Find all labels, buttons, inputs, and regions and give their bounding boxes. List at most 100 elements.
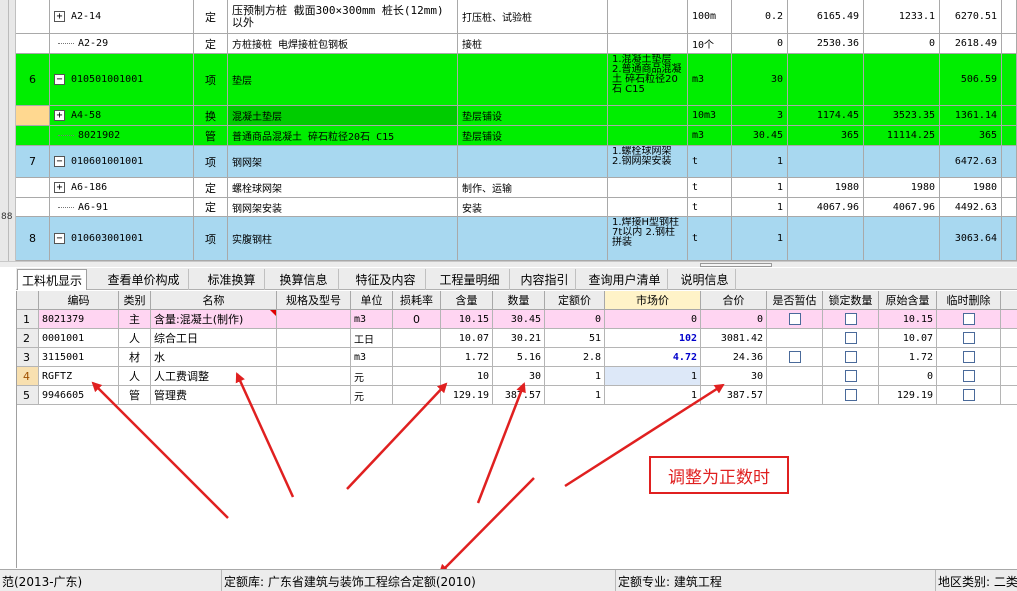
item-price1-cell[interactable]: 1174.45 <box>788 106 864 126</box>
col-orig-cell[interactable]: 129.19 <box>879 386 937 405</box>
col-qty-cell[interactable]: 5.16 <box>493 348 545 367</box>
item-index-cell[interactable] <box>16 106 50 126</box>
item-row[interactable]: 6−010501001001 项垫层 1.混凝土垫层 2.普通商品混凝土 碎石粒径2… <box>16 54 1017 106</box>
item-qty-cell[interactable]: 0.2 <box>732 0 788 34</box>
item-name-cell[interactable]: 钢网架安装 <box>228 198 458 217</box>
item-total-cell[interactable]: 365 <box>940 126 1002 146</box>
left-panel-edge[interactable]: 88 <box>0 0 16 261</box>
item-index-cell[interactable]: 6 <box>16 54 50 106</box>
col-total-cell[interactable]: 24.36 <box>701 348 767 367</box>
item-total-cell[interactable]: 2618.49 <box>940 34 1002 54</box>
lock-checkbox[interactable] <box>844 370 857 382</box>
del-checkbox[interactable] <box>962 370 975 382</box>
item-unit-cell[interactable]: t <box>688 198 732 217</box>
item-unit-cell[interactable]: 100m <box>688 0 732 34</box>
col-header-spec[interactable]: 规格及型号 <box>277 291 351 310</box>
del-checkbox[interactable] <box>962 313 975 325</box>
splitter-grip[interactable] <box>700 263 772 267</box>
col-lock-cell[interactable] <box>823 329 879 348</box>
col-del-cell[interactable] <box>937 329 1001 348</box>
col-code-cell[interactable]: RGFTZ <box>39 367 119 386</box>
est-checkbox[interactable] <box>788 313 801 325</box>
col-est-cell[interactable] <box>767 348 823 367</box>
col-quota-cell[interactable]: 2.8 <box>545 348 605 367</box>
col-market-cell[interactable]: 1 <box>605 386 701 405</box>
col-del-cell[interactable] <box>937 348 1001 367</box>
col-code-cell[interactable]: 0001001 <box>39 329 119 348</box>
item-type-cell[interactable]: 定 <box>194 34 228 54</box>
item-qty-cell[interactable]: 30.45 <box>732 126 788 146</box>
col-qty-cell[interactable]: 30.21 <box>493 329 545 348</box>
col-total-cell[interactable]: 387.57 <box>701 386 767 405</box>
item-total-cell[interactable]: 6472.63 <box>940 146 1002 178</box>
item-feature-cell[interactable] <box>608 198 688 217</box>
col-header-quota[interactable]: 定额价 <box>545 291 605 310</box>
col-market-cell[interactable]: 4.72 <box>605 348 701 367</box>
item-unit-cell[interactable]: 10m3 <box>688 106 732 126</box>
item-name-cell[interactable]: 实腹钢柱 <box>228 217 458 261</box>
col-total-cell[interactable]: 30 <box>701 367 767 386</box>
col-header-unit[interactable]: 单位 <box>351 291 393 310</box>
item-row[interactable]: 8−010603001001 项实腹钢柱 1.焊接H型钢柱 7t以内 2.钢柱拼装 t… <box>16 217 1017 261</box>
item-qty-cell[interactable]: 0 <box>732 34 788 54</box>
del-checkbox[interactable] <box>962 389 975 401</box>
col-name-cell[interactable]: 含量:混凝土(制作) <box>151 310 277 329</box>
col-cat-cell[interactable]: 人 <box>119 329 151 348</box>
col-loss-cell[interactable] <box>393 386 441 405</box>
col-qty-cell[interactable]: 30 <box>493 367 545 386</box>
item-price2-cell[interactable]: 4067.96 <box>864 198 940 217</box>
item-index-cell[interactable] <box>16 178 50 198</box>
tab-2[interactable]: 标准换算 <box>199 269 265 290</box>
item-work-cell[interactable]: 打压桩、试验桩 <box>458 0 608 34</box>
item-price1-cell[interactable]: 6165.49 <box>788 0 864 34</box>
resource-row[interactable]: 2 0001001 人 综合工日 工日 10.07 30.21 51 102 3081.42 10.… <box>17 329 1017 348</box>
item-total-cell[interactable]: 1980 <box>940 178 1002 198</box>
item-feature-cell[interactable]: 1.螺栓球网架 2.钢网架安装 <box>608 146 688 178</box>
item-unit-cell[interactable]: m3 <box>688 126 732 146</box>
item-code-cell[interactable]: + A4-58 <box>50 106 194 126</box>
resource-row[interactable]: 3 3115001 材 水 m3 1.72 5.16 2.8 4.72 24.36 1.72 <box>17 348 1017 367</box>
item-index-cell[interactable] <box>16 34 50 54</box>
item-row[interactable]: 8021902 管普通商品混凝土 碎石粒径20石 C15 垫层铺设 m3 30.45 36… <box>16 126 1017 146</box>
tab-4[interactable]: 特征及内容 <box>346 269 426 290</box>
col-content-cell[interactable]: 10.15 <box>441 310 493 329</box>
col-quota-cell[interactable]: 51 <box>545 329 605 348</box>
col-header-cat[interactable]: 类别 <box>119 291 151 310</box>
col-est-cell[interactable] <box>767 329 823 348</box>
lock-checkbox[interactable] <box>844 313 857 325</box>
item-qty-cell[interactable]: 1 <box>732 198 788 217</box>
tab-3[interactable]: 换算信息 <box>269 269 339 290</box>
tab-0[interactable]: 工料机显示 <box>17 269 87 290</box>
item-total-cell[interactable]: 6270.51 <box>940 0 1002 34</box>
item-price2-cell[interactable] <box>864 217 940 261</box>
col-orig-cell[interactable]: 10.07 <box>879 329 937 348</box>
item-name-cell[interactable]: 方桩接桩 电焊接桩包钢板 <box>228 34 458 54</box>
col-qty-cell[interactable]: 30.45 <box>493 310 545 329</box>
est-checkbox[interactable] <box>788 351 801 363</box>
col-orig-cell[interactable]: 0 <box>879 367 937 386</box>
item-row[interactable]: A6-91 定钢网架安装 安装 t 1 4067.96 4067.96 4492.63 <box>16 198 1017 217</box>
item-name-cell[interactable]: 螺栓球网架 <box>228 178 458 198</box>
col-cat-cell[interactable]: 人 <box>119 367 151 386</box>
item-name-cell[interactable]: 压预制方桩 截面300×300mm 桩长(12mm)以外 <box>228 0 458 34</box>
collapse-icon[interactable]: − <box>54 233 65 244</box>
item-total-cell[interactable]: 506.59 <box>940 54 1002 106</box>
col-orig-cell[interactable]: 10.15 <box>879 310 937 329</box>
expand-icon[interactable]: + <box>54 11 65 22</box>
lock-checkbox[interactable] <box>844 332 857 344</box>
item-work-cell[interactable] <box>458 54 608 106</box>
item-work-cell[interactable] <box>458 217 608 261</box>
col-header-est[interactable]: 是否暂估 <box>767 291 823 310</box>
item-row[interactable]: 7−010601001001 项钢网架 1.螺栓球网架 2.钢网架安装 t 1 6472.… <box>16 146 1017 178</box>
col-spec-cell[interactable] <box>277 310 351 329</box>
col-loss-cell[interactable] <box>393 329 441 348</box>
resource-row[interactable]: 1 8021379 主 含量:混凝土(制作) m3 0 10.15 30.45 0 0 0 10.15 <box>17 310 1017 329</box>
col-est-cell[interactable] <box>767 386 823 405</box>
item-code-cell[interactable]: −010501001001 <box>50 54 194 106</box>
col-est-cell[interactable] <box>767 310 823 329</box>
col-quota-cell[interactable]: 1 <box>545 386 605 405</box>
item-feature-cell[interactable] <box>608 0 688 34</box>
col-name-cell[interactable]: 综合工日 <box>151 329 277 348</box>
item-unit-cell[interactable]: t <box>688 178 732 198</box>
item-code-cell[interactable]: 8021902 <box>50 126 194 146</box>
